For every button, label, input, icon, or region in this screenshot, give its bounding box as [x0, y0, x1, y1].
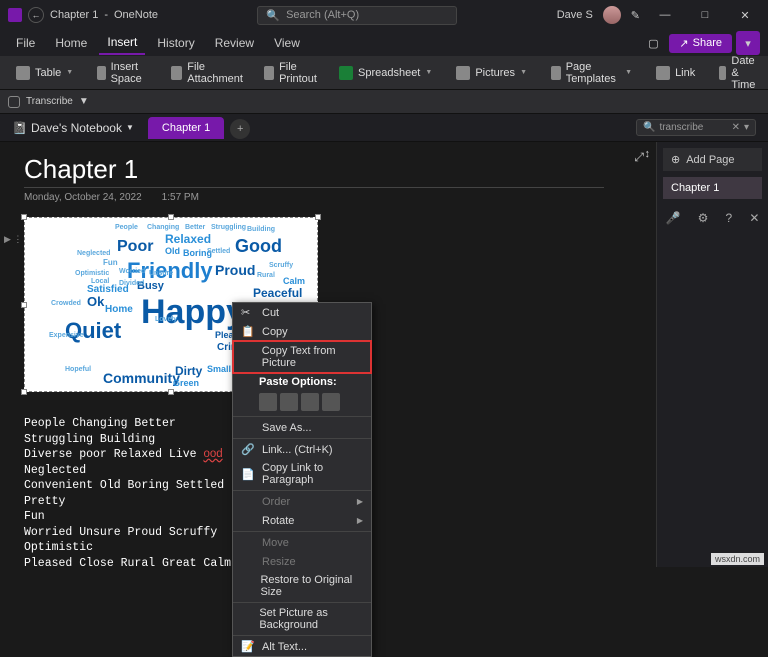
insert-space-icon: [97, 66, 105, 80]
avatar[interactable]: [603, 6, 621, 24]
side-help-icon[interactable]: ?: [726, 211, 733, 225]
ctx-save-as[interactable]: Save As...: [233, 418, 371, 437]
ctx-rotate[interactable]: Rotate▶: [233, 511, 371, 530]
tab-chapter1[interactable]: Chapter 1: [148, 117, 224, 139]
page-templates[interactable]: Page Templates▼: [543, 57, 640, 89]
pictures-icon: [456, 66, 470, 80]
ctx-link[interactable]: 🔗Link... (Ctrl+K): [233, 440, 371, 459]
pictures[interactable]: Pictures▼: [448, 62, 535, 84]
close-button[interactable]: ✕: [730, 1, 760, 29]
ctx-paste-options[interactable]: [233, 391, 371, 415]
search-placeholder: Search (Alt+Q): [286, 9, 359, 21]
ctx-order: Order▶: [233, 492, 371, 511]
link-icon: 🔗: [241, 443, 254, 456]
ctx-alt-text[interactable]: 📝Alt Text...: [233, 637, 371, 656]
file-attachment[interactable]: File Attachment: [163, 57, 254, 89]
back-button[interactable]: ←: [28, 7, 44, 23]
link-icon: [656, 66, 670, 80]
ctx-copy-link-paragraph[interactable]: 📄Copy Link to Paragraph: [233, 459, 371, 489]
sort-icon[interactable]: ↕: [645, 148, 651, 160]
transcribe-dropdown[interactable]: ▼: [79, 96, 89, 107]
side-settings-icon[interactable]: ⚙: [698, 211, 709, 225]
app-name: OneNote: [114, 9, 158, 21]
menu-view[interactable]: View: [266, 32, 308, 54]
ctx-resize: Resize: [233, 552, 371, 571]
copy-icon: 📋: [241, 325, 254, 338]
insert-table[interactable]: Table▼: [8, 62, 81, 84]
alttext-icon: 📝: [241, 640, 254, 653]
templates-icon: [551, 66, 561, 80]
menu-home[interactable]: Home: [47, 32, 95, 54]
side-close-icon[interactable]: ✕: [749, 211, 759, 225]
app-name-sep: -: [104, 9, 108, 21]
minimize-button[interactable]: —: [650, 1, 680, 29]
context-menu: ✂Cut 📋Copy Copy Text from Picture Paste …: [232, 302, 372, 657]
app-icon: [8, 8, 22, 22]
page-item-chapter1[interactable]: Chapter 1: [663, 177, 762, 199]
ctx-set-background[interactable]: Set Picture as Background: [233, 604, 371, 634]
page-date: Monday, October 24, 2022: [24, 192, 142, 203]
ctx-copy[interactable]: 📋Copy: [233, 322, 371, 341]
menu-insert[interactable]: Insert: [99, 31, 145, 55]
ctx-move: Move: [233, 533, 371, 552]
page-time: 1:57 PM: [162, 192, 199, 203]
mic-icon: [8, 96, 20, 108]
date-time[interactable]: Date & Time▼: [711, 51, 768, 95]
global-search[interactable]: 🔍 Search (Alt+Q): [257, 6, 457, 25]
ctx-paste-options-header: Paste Options:: [233, 373, 371, 391]
user-name: Dave S: [557, 9, 593, 21]
watermark: wsxdn.com: [711, 553, 764, 565]
spreadsheet-icon: [339, 66, 353, 80]
present-icon[interactable]: ▢: [641, 31, 665, 55]
table-icon: [16, 66, 30, 80]
ctx-restore-original-size[interactable]: Restore to Original Size: [233, 571, 371, 601]
file-printout[interactable]: File Printout: [256, 57, 329, 89]
search-icon: 🔍: [266, 9, 280, 22]
ctx-cut[interactable]: ✂Cut: [233, 303, 371, 322]
menu-history[interactable]: History: [149, 32, 202, 54]
menu-review[interactable]: Review: [207, 32, 262, 54]
notebook-selector[interactable]: 📓 Dave's Notebook ▼: [12, 121, 134, 135]
cut-icon: ✂: [241, 306, 254, 319]
maximize-button[interactable]: □: [690, 1, 720, 29]
pen-icon[interactable]: ✎: [631, 9, 640, 22]
share-button[interactable]: ↗ Share: [669, 34, 732, 53]
insert-space[interactable]: Insert Space: [89, 57, 155, 89]
copylink-icon: 📄: [241, 468, 254, 481]
doc-title: Chapter 1: [50, 9, 98, 21]
attachment-icon: [171, 66, 182, 80]
menu-file[interactable]: File: [8, 32, 43, 54]
printout-icon: [264, 66, 274, 80]
datetime-icon: [719, 66, 726, 80]
side-mic-icon[interactable]: 🎤: [666, 211, 681, 225]
expand-icon[interactable]: ⤢: [634, 150, 644, 165]
spreadsheet[interactable]: Spreadsheet▼: [331, 62, 440, 84]
ctx-copy-text-from-picture[interactable]: Copy Text from Picture: [232, 340, 372, 374]
add-page-button[interactable]: ⊕ Add Page: [663, 148, 762, 171]
add-tab-button[interactable]: +: [230, 119, 250, 139]
page-title[interactable]: Chapter 1: [24, 154, 632, 185]
link[interactable]: Link: [648, 62, 703, 84]
transcribe-button[interactable]: Transcribe: [26, 96, 73, 107]
page-search[interactable]: 🔍 transcribe✕▾: [636, 119, 756, 136]
